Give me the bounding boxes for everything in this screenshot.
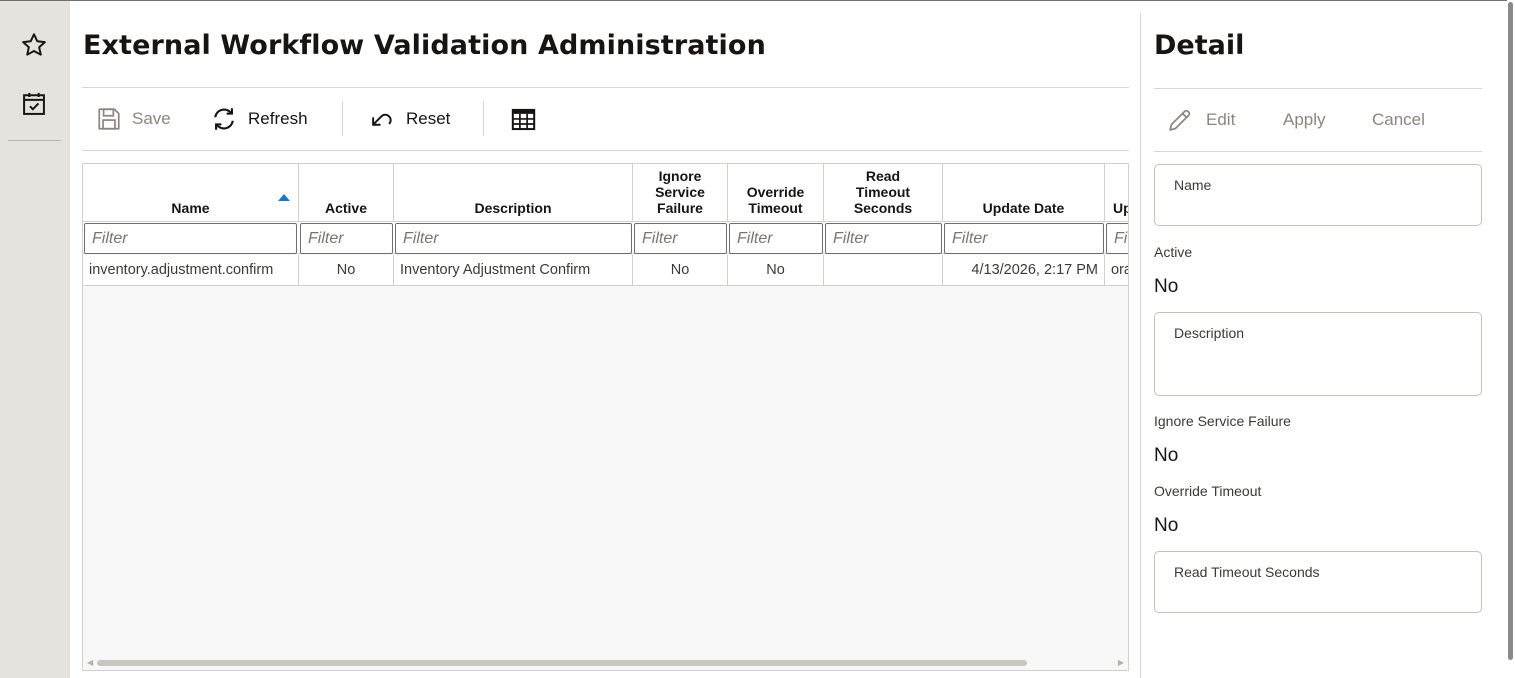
- column-header-label: Description: [474, 200, 552, 216]
- column-header-label: Override Timeout: [746, 184, 805, 216]
- page-title: External Workflow Validation Administrat…: [83, 30, 766, 61]
- refresh-label: Refresh: [248, 109, 308, 128]
- detail-divider: [1140, 13, 1141, 678]
- tasks-button[interactable]: [14, 84, 54, 124]
- column-header-label: Ignore Service Failure: [655, 168, 705, 216]
- save-button[interactable]: Save: [96, 100, 171, 138]
- cancel-button[interactable]: Cancel: [1372, 102, 1425, 138]
- table-icon: [511, 108, 536, 130]
- filter-row: [83, 222, 1128, 254]
- filter-input-active[interactable]: [300, 223, 393, 254]
- save-label: Save: [132, 109, 171, 128]
- cell-read-timeout-seconds: [824, 255, 943, 285]
- cell-updated-by: ora: [1105, 255, 1128, 285]
- column-header-read-timeout-seconds[interactable]: Read Timeout Seconds: [824, 164, 943, 222]
- grid-header: Name Active Description Ignore Service F…: [83, 164, 1128, 222]
- edit-label: Edit: [1206, 110, 1236, 129]
- window-top-border: [0, 0, 1507, 1]
- toolbar-separator: [342, 101, 343, 136]
- column-header-label: Update Date: [982, 200, 1065, 216]
- column-header-updated-by[interactable]: Up: [1105, 164, 1128, 222]
- data-grid: Name Active Description Ignore Service F…: [82, 163, 1129, 671]
- horizontal-scrollbar[interactable]: [97, 660, 1027, 666]
- filter-input-update-date[interactable]: [944, 223, 1104, 254]
- filter-input-description[interactable]: [395, 223, 632, 254]
- toolbar-divider: [82, 150, 1129, 151]
- detail-title-divider: [1154, 88, 1482, 89]
- edit-button[interactable]: Edit: [1166, 102, 1235, 138]
- cell-name: inventory.adjustment.confirm: [83, 255, 299, 285]
- override-timeout-value: No: [1154, 515, 1179, 536]
- cell-update-date: 4/13/2026, 2:17 PM: [943, 255, 1105, 285]
- description-field[interactable]: Description: [1154, 312, 1482, 396]
- column-header-override-timeout[interactable]: Override Timeout: [728, 164, 824, 222]
- filter-input-read-timeout-seconds[interactable]: [825, 223, 942, 254]
- sort-ascending-icon: [278, 194, 290, 201]
- active-label: Active: [1154, 244, 1193, 260]
- undo-icon: [372, 113, 392, 126]
- filter-input-ignore-service-failure[interactable]: [634, 223, 727, 254]
- override-timeout-label: Override Timeout: [1154, 483, 1262, 499]
- column-header-description[interactable]: Description: [394, 164, 633, 222]
- column-header-update-date[interactable]: Update Date: [943, 164, 1105, 222]
- scrollbar-thumb[interactable]: [1508, 2, 1513, 660]
- cell-active: No: [299, 255, 394, 285]
- filter-input-override-timeout[interactable]: [729, 223, 823, 254]
- toolbar-separator: [483, 101, 484, 136]
- column-header-name[interactable]: Name: [83, 164, 299, 222]
- column-header-label: Active: [324, 200, 368, 216]
- column-header-label: Name: [171, 200, 210, 216]
- cell-ignore-service-failure: No: [633, 255, 728, 285]
- read-timeout-seconds-field-label: Read Timeout Seconds: [1174, 564, 1320, 580]
- refresh-icon: [214, 108, 234, 130]
- filter-input-updated-by[interactable]: [1106, 223, 1128, 254]
- title-divider: [82, 87, 1129, 88]
- scroll-left-arrow[interactable]: ◀: [87, 658, 93, 667]
- column-header-label: Up: [1113, 200, 1128, 216]
- detail-title: Detail: [1154, 30, 1245, 61]
- refresh-button[interactable]: Refresh: [210, 100, 308, 138]
- scroll-right-arrow[interactable]: ▶: [1118, 658, 1124, 667]
- nav-rail: [0, 1, 70, 678]
- save-icon: [98, 108, 120, 130]
- cell-override-timeout: No: [728, 255, 824, 285]
- apply-button[interactable]: Apply: [1283, 102, 1326, 138]
- calendar-check-icon: [23, 92, 45, 115]
- active-value: No: [1154, 276, 1179, 297]
- page-vertical-scrollbar[interactable]: [1507, 0, 1515, 678]
- detail-toolbar-divider: [1154, 151, 1482, 152]
- cell-description: Inventory Adjustment Confirm: [394, 255, 633, 285]
- star-icon: [22, 33, 46, 56]
- ignore-service-failure-value: No: [1154, 445, 1179, 466]
- reset-button[interactable]: Reset: [368, 100, 450, 138]
- read-timeout-seconds-field[interactable]: Read Timeout Seconds: [1154, 551, 1482, 613]
- rail-divider: [8, 140, 61, 141]
- apply-label: Apply: [1283, 110, 1326, 129]
- pencil-icon: [1169, 109, 1191, 131]
- reset-label: Reset: [406, 109, 451, 128]
- description-field-label: Description: [1174, 325, 1245, 341]
- manage-columns-button[interactable]: [510, 100, 537, 138]
- name-field[interactable]: Name: [1154, 164, 1482, 226]
- column-header-active[interactable]: Active: [299, 164, 394, 222]
- table-row[interactable]: inventory.adjustment.confirm No Inventor…: [83, 255, 1128, 286]
- column-header-ignore-service-failure[interactable]: Ignore Service Failure: [633, 164, 728, 222]
- ignore-service-failure-label: Ignore Service Failure: [1154, 413, 1291, 429]
- cancel-label: Cancel: [1372, 110, 1425, 129]
- name-field-label: Name: [1174, 177, 1212, 193]
- column-header-label: Read Timeout Seconds: [853, 168, 913, 216]
- filter-input-name[interactable]: [84, 223, 297, 254]
- favorites-button[interactable]: [14, 25, 54, 65]
